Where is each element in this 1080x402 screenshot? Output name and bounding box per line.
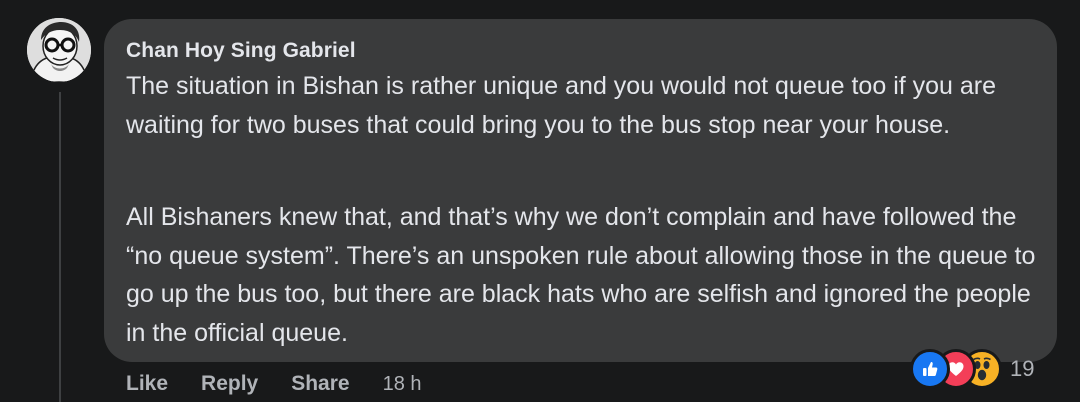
thread-line [59,92,61,402]
like-button[interactable]: Like [126,372,168,396]
comment-thread: Chan Hoy Sing Gabriel The situation in B… [0,0,1080,402]
comment-paragraph: All Bishaners knew that, and that’s why … [126,203,1036,347]
avatar-illustration [27,18,91,82]
comment-paragraph: The situation in Bishan is rather unique… [126,72,997,139]
reactions-summary[interactable]: 19 [910,349,1034,389]
comment-actions: Like Reply Share 18 h [126,372,422,396]
share-button[interactable]: Share [291,372,349,396]
comment-timestamp[interactable]: 18 h [383,373,422,396]
reply-button[interactable]: Reply [201,372,258,396]
like-icon [910,349,950,389]
comment-bubble: Chan Hoy Sing Gabriel The situation in B… [104,19,1057,362]
comment-author[interactable]: Chan Hoy Sing Gabriel [126,39,356,63]
reaction-count: 19 [1010,356,1035,381]
avatar[interactable] [27,18,91,82]
